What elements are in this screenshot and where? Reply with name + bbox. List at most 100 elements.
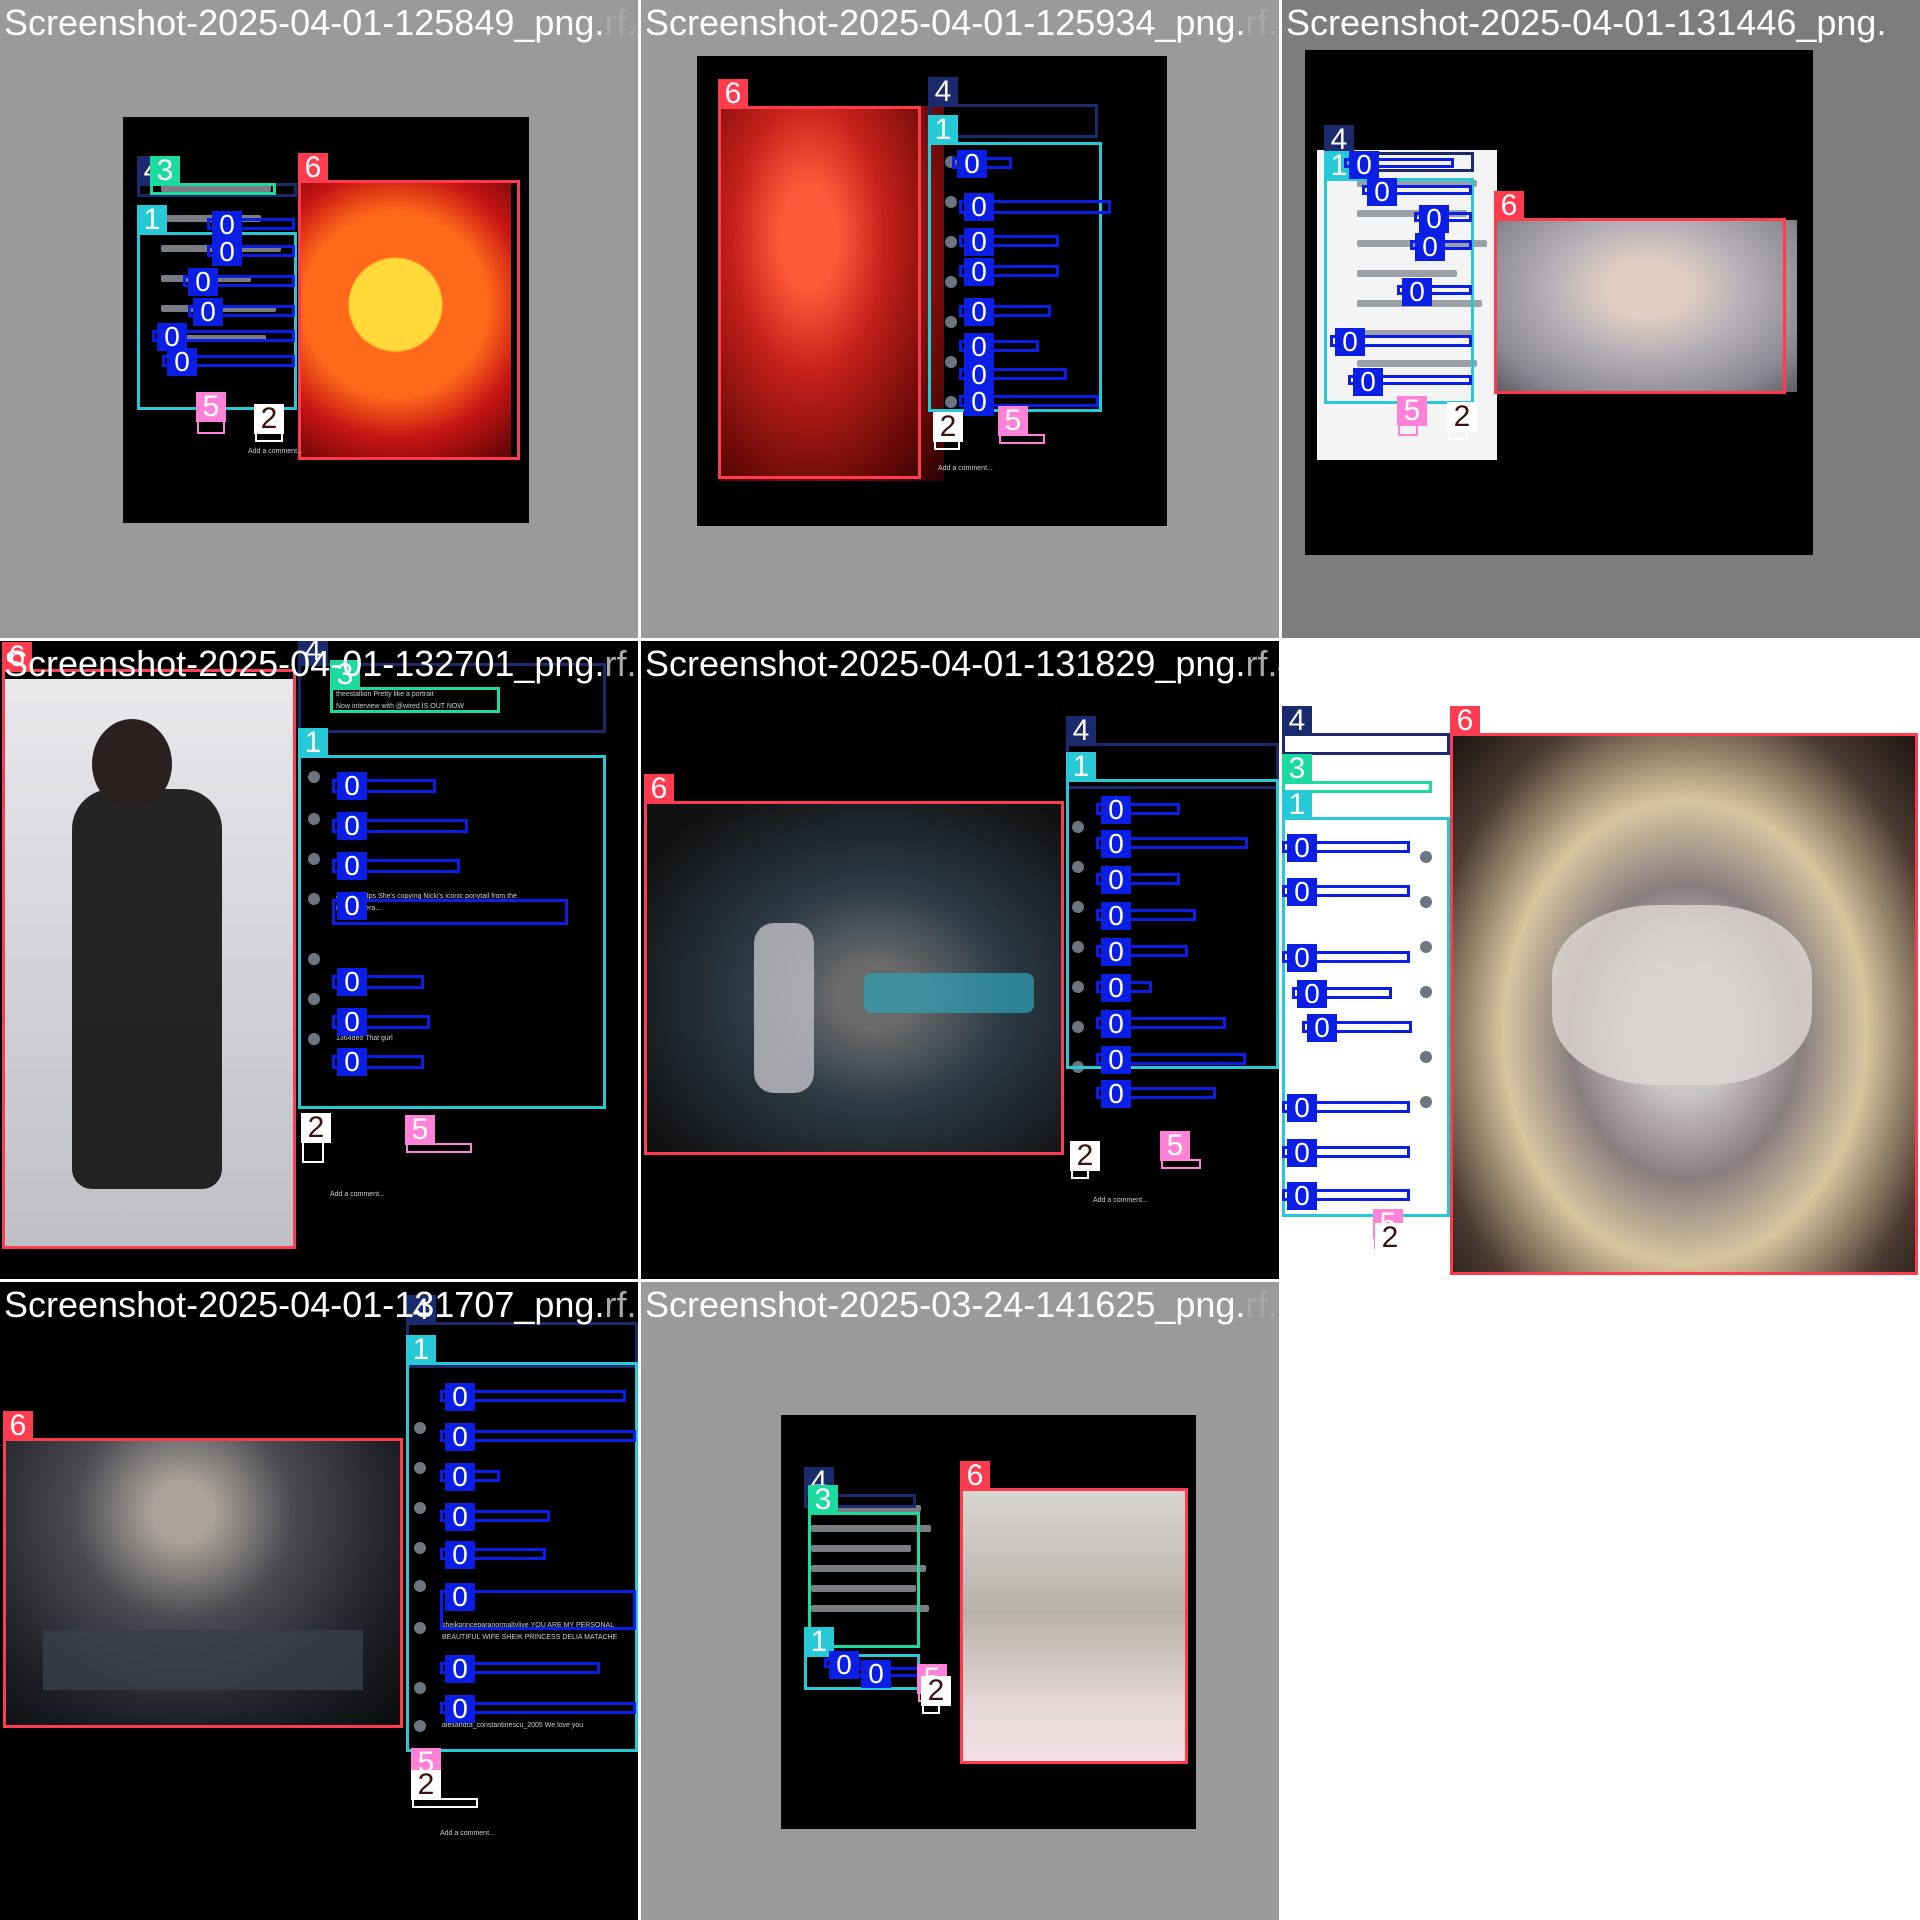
bbox-post-image: 6	[960, 1461, 1188, 1764]
bbox-comment: 0	[1282, 834, 1410, 862]
tile-title: Screenshot-2025-04-01-131446_png.	[1286, 2, 1887, 43]
add-comment-input[interactable]: Add a comment...	[938, 465, 993, 472]
bbox-comment: 0	[959, 298, 1051, 326]
bbox-action-bar: 2	[301, 1113, 331, 1163]
bbox-comment: 0	[959, 193, 1111, 221]
bbox-comment: 0	[207, 238, 295, 266]
tile-6: Screenshot-2025-04-01-133149_png. 4 3 1 …	[1282, 641, 1920, 1279]
bbox-comment: 0	[1096, 974, 1152, 1002]
tile-title: Screenshot-2025-04-01-131829_png.rf.48ed	[645, 643, 1279, 684]
bbox-likes: 5	[1160, 1131, 1201, 1169]
bbox-comment: 0	[1414, 205, 1472, 233]
bbox-comment: 0	[1282, 1182, 1410, 1210]
bbox-comment: 0	[440, 1583, 636, 1630]
tile-title: Screenshot-2025-03-24-141625_png.rf.c81d	[645, 1284, 1279, 1325]
bbox-comment: 0	[332, 1048, 424, 1076]
bbox-comment: 0	[1096, 1010, 1226, 1038]
tile-1: Screenshot-2025-04-01-125849_png.rf.7f0e…	[0, 0, 638, 638]
bbox-comment: 0	[440, 1503, 550, 1531]
bbox-comment: 0	[1096, 830, 1248, 858]
bbox-comment: 0	[440, 1383, 626, 1411]
bbox-comment: 0	[959, 258, 1059, 286]
bbox-comment: 0	[959, 361, 1067, 389]
bbox-comment: 0	[1330, 328, 1472, 356]
bbox-likes: 5	[405, 1115, 472, 1153]
bbox-comment: 0	[959, 388, 1099, 416]
bbox-post-image: 6	[1494, 191, 1786, 394]
bbox-comment: 0	[332, 772, 436, 800]
bbox-comment: 0	[188, 298, 295, 326]
add-comment-input[interactable]: Add a comment...	[248, 448, 303, 455]
bbox-comment: 0	[1292, 980, 1392, 1008]
bbox-comment: 0	[1302, 1014, 1412, 1042]
tile-4: Screenshot-2025-04-01-132701_png.rf.af5b…	[0, 641, 638, 1279]
bbox-action-bar: 2	[921, 1676, 951, 1714]
add-comment-input[interactable]: Add a comment...	[440, 1830, 495, 1837]
bbox-comment: 0	[183, 268, 295, 296]
bbox-comment: 0	[1096, 938, 1188, 966]
bbox-likes: 5	[998, 406, 1045, 444]
bbox-comment: 0	[152, 323, 295, 351]
bbox-comment: 0	[1282, 878, 1410, 906]
bbox-comment: 0	[1096, 1080, 1216, 1108]
bbox-post-image: 6	[3, 1411, 403, 1728]
bbox-comment: 0	[440, 1655, 600, 1683]
bbox-comment: 0	[1096, 902, 1196, 930]
tile-title: Screenshot-2025-04-01-125934_png.rf.3cea	[645, 2, 1279, 43]
bbox-comment: 0	[1410, 233, 1472, 261]
bbox-comment: 0	[959, 333, 1039, 361]
bbox-post-image: 6	[644, 774, 1064, 1155]
bbox-caption: 3	[330, 660, 500, 713]
tile-3: Screenshot-2025-04-01-131446_png. 4 1 0 …	[1282, 0, 1920, 638]
add-comment-input[interactable]: Add a comment...	[1093, 1197, 1148, 1204]
bbox-post-image: 6	[718, 79, 921, 479]
bbox-comment: 0	[440, 1541, 546, 1569]
tile-title: Screenshot-2025-04-01-131707_png.rf.5bc7	[4, 1284, 638, 1325]
bbox-comment: 0	[162, 348, 295, 376]
bbox-comment: 0	[332, 892, 568, 925]
bbox-comment: 0	[1344, 151, 1454, 179]
tile-5: Screenshot-2025-04-01-131829_png.rf.48ed…	[641, 641, 1279, 1279]
bbox-comment: 0	[1397, 278, 1472, 306]
tile-2: Screenshot-2025-04-01-125934_png.rf.3cea…	[641, 0, 1279, 638]
bbox-comment: 0	[856, 1660, 920, 1688]
bbox-action-bar: 2	[254, 404, 284, 442]
bbox-likes: 5	[1397, 396, 1427, 436]
bbox-comment: 0	[440, 1695, 636, 1723]
tile-7: Screenshot-2025-04-01-131707_png.rf.5bc7…	[0, 1282, 638, 1920]
tile-title: Screenshot-2025-04-01-133149_png.	[1286, 643, 1887, 684]
tile-title: Screenshot-2025-04-01-132701_png.rf.af5b	[4, 643, 638, 684]
bbox-comment: 0	[332, 968, 424, 996]
bbox-comment: 0	[1096, 1046, 1246, 1074]
bbox-comment: 0	[1096, 796, 1180, 824]
bbox-comment: 0	[824, 1651, 860, 1679]
add-comment-input[interactable]: Add a comment...	[330, 1191, 385, 1198]
bbox-likes: 5	[196, 392, 226, 434]
bbox-action-bar: 2	[1070, 1141, 1100, 1179]
bbox-comment: 0	[1348, 368, 1472, 396]
bbox-caption: 3	[150, 156, 276, 195]
bbox-comment: 0	[440, 1463, 500, 1491]
bbox-comment: 0	[1096, 866, 1180, 894]
bbox-action-bar: 2	[1447, 402, 1477, 440]
bbox-comment: 0	[1282, 1139, 1410, 1167]
tile-8: Screenshot-2025-03-24-141625_png.rf.c81d…	[641, 1282, 1279, 1920]
bbox-comment: 0	[440, 1423, 636, 1451]
bbox-comment: 0	[959, 228, 1059, 256]
bbox-action-bar: 2	[1375, 1223, 1405, 1261]
bbox-post-image: 6	[1450, 706, 1918, 1275]
bbox-post-image: 6	[2, 642, 296, 1249]
bbox-comment: 0	[952, 150, 1012, 178]
bbox-post-header: 4	[1282, 706, 1450, 755]
tile-title: Screenshot-2025-04-01-125849_png.rf.7f0e	[4, 2, 638, 43]
bbox-comment: 0	[332, 852, 460, 880]
bbox-post-image: 6	[298, 153, 520, 460]
bbox-comment: 0	[1362, 178, 1472, 206]
bbox-comment: 0	[1282, 944, 1410, 972]
bbox-action-bar: 2	[933, 412, 963, 450]
bbox-comment: 0	[332, 1008, 430, 1036]
bbox-comment: 0	[332, 812, 468, 840]
bbox-comment: 0	[1282, 1094, 1410, 1122]
bbox-comment: 0	[207, 211, 295, 239]
bbox-action-bar: 2	[411, 1770, 478, 1808]
